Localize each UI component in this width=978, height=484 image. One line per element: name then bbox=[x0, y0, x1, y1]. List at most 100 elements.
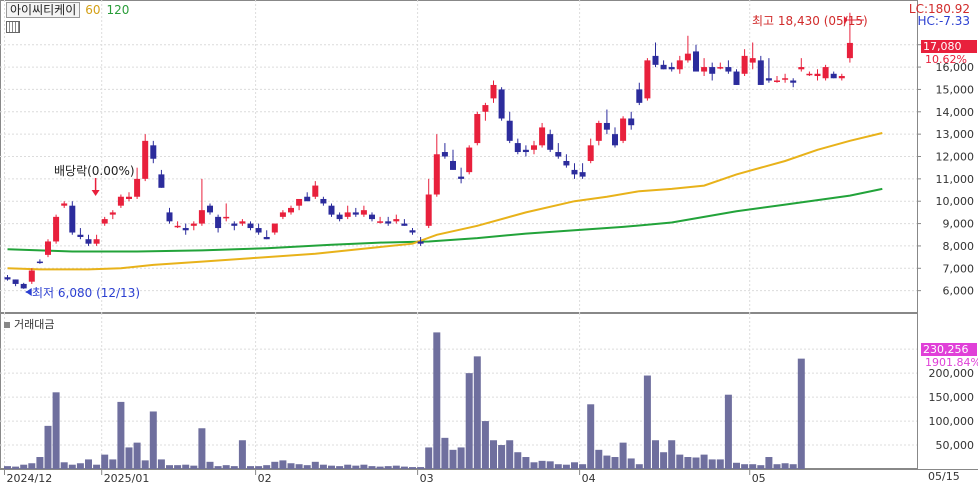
volume-bar bbox=[328, 465, 335, 469]
volume-bar bbox=[668, 440, 676, 469]
volume-bar bbox=[684, 457, 692, 469]
candle bbox=[458, 167, 465, 184]
stock-name[interactable]: 아이씨티케이 bbox=[6, 2, 81, 18]
low-annotation: 최저 6,080 (12/13) bbox=[32, 286, 141, 300]
candle bbox=[263, 230, 270, 240]
candle-body bbox=[595, 122, 602, 141]
candle bbox=[628, 111, 635, 130]
candle-body bbox=[352, 212, 359, 215]
candle-body bbox=[320, 198, 327, 204]
volume-bar bbox=[611, 457, 619, 469]
candle-body bbox=[61, 203, 68, 206]
candle-body bbox=[774, 80, 780, 82]
current-volume-tag: 230,256 bbox=[921, 343, 977, 356]
candle-body bbox=[85, 239, 92, 244]
candle-body bbox=[271, 223, 278, 233]
candle bbox=[4, 274, 11, 281]
candle bbox=[36, 259, 43, 264]
latest-date-label: 05/15 bbox=[928, 470, 960, 483]
candle-body bbox=[409, 230, 416, 233]
candle-body bbox=[215, 216, 222, 229]
candle-body bbox=[514, 143, 521, 153]
volume-bar bbox=[28, 463, 36, 469]
candle bbox=[806, 71, 813, 77]
volume-bar bbox=[109, 459, 117, 469]
candles bbox=[4, 12, 853, 289]
volume-bar bbox=[311, 461, 319, 469]
candle bbox=[304, 192, 311, 202]
high-annotation: 최고 18,430 (05/15) bbox=[752, 14, 868, 28]
candle bbox=[198, 178, 205, 226]
volume-bar bbox=[433, 332, 441, 469]
candle-body bbox=[798, 67, 805, 70]
current-volume-pct-tag: 1901.84% bbox=[925, 356, 978, 369]
candle-body bbox=[109, 212, 116, 215]
candle bbox=[215, 214, 222, 233]
candle bbox=[126, 192, 132, 202]
candle-body bbox=[328, 205, 335, 215]
candle bbox=[830, 71, 837, 79]
volume-bar bbox=[741, 464, 749, 469]
volume-bar bbox=[409, 467, 416, 469]
candle-body bbox=[441, 152, 448, 157]
volume-bar bbox=[238, 440, 246, 469]
volume-bar bbox=[603, 455, 611, 469]
candle bbox=[474, 111, 481, 146]
price-tick-label: 10,000 bbox=[936, 195, 975, 208]
candle bbox=[142, 134, 149, 182]
volume-bar bbox=[4, 466, 11, 469]
candle bbox=[482, 102, 489, 121]
candle bbox=[77, 228, 84, 240]
volume-bar bbox=[571, 462, 578, 469]
candle-body bbox=[207, 205, 213, 213]
volume-bar bbox=[562, 464, 570, 469]
candle-body bbox=[231, 223, 238, 226]
volume-bar bbox=[117, 401, 125, 469]
volume-bar bbox=[52, 392, 60, 469]
volume-bar bbox=[263, 465, 271, 469]
candle-body bbox=[45, 241, 51, 255]
volume-bar bbox=[76, 463, 84, 469]
candle bbox=[522, 145, 529, 157]
volume-bar bbox=[85, 459, 92, 469]
candle bbox=[134, 167, 141, 199]
candle bbox=[288, 205, 294, 215]
candle bbox=[838, 73, 845, 81]
volume-bar bbox=[352, 465, 360, 469]
volume-bar bbox=[538, 460, 546, 469]
chart-settings-icon[interactable] bbox=[6, 21, 20, 33]
candle-body bbox=[612, 134, 618, 146]
date-tick-label: 2025/01 bbox=[104, 472, 150, 484]
volume-bar bbox=[554, 464, 562, 469]
candle-body bbox=[539, 127, 546, 146]
candle-body bbox=[790, 80, 797, 83]
candle-body bbox=[693, 51, 699, 72]
candle-body bbox=[344, 212, 351, 217]
candle bbox=[61, 201, 68, 208]
candle-body bbox=[636, 89, 643, 103]
candle bbox=[709, 62, 716, 81]
candle bbox=[158, 169, 165, 188]
candle bbox=[684, 35, 691, 63]
candle bbox=[401, 219, 408, 226]
volume-bar bbox=[652, 440, 659, 469]
volume-bar bbox=[498, 445, 506, 469]
candle-body bbox=[749, 58, 756, 63]
candle-body bbox=[385, 221, 392, 224]
price-tick-label: 9,000 bbox=[943, 218, 975, 231]
candle-body bbox=[701, 67, 708, 72]
ma120-line bbox=[7, 187, 883, 253]
volume-bar bbox=[425, 447, 433, 469]
volume-bar bbox=[708, 459, 716, 469]
candle bbox=[741, 49, 748, 77]
candle-body bbox=[830, 73, 837, 79]
volume-bar bbox=[773, 464, 781, 469]
candle-body bbox=[482, 105, 489, 112]
volume-bar bbox=[579, 464, 587, 469]
candle bbox=[571, 163, 578, 179]
candle bbox=[360, 205, 367, 217]
volume-bar bbox=[36, 457, 44, 469]
volume-bar bbox=[174, 465, 182, 469]
grid-lines bbox=[0, 0, 917, 469]
candle bbox=[547, 129, 554, 153]
